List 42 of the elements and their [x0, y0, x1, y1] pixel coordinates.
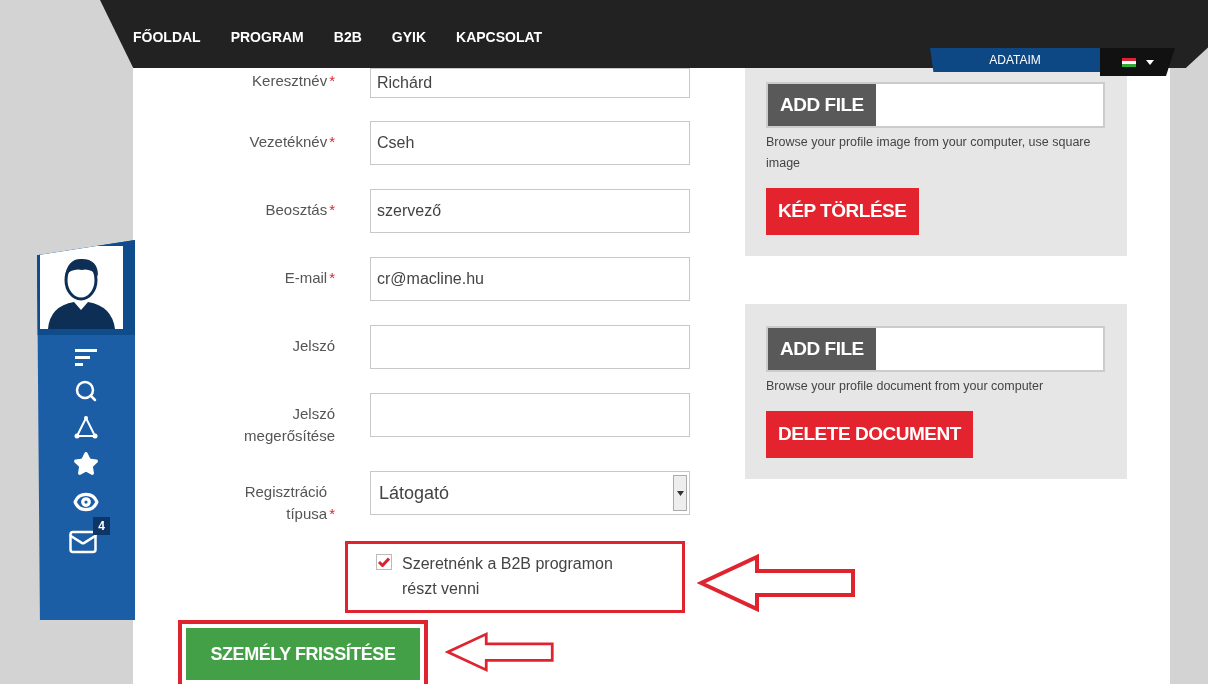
sort-icon[interactable]	[75, 349, 97, 367]
avatar-icon	[40, 246, 123, 329]
language-menu[interactable]	[1100, 48, 1175, 76]
field-label: Jelszó	[292, 336, 335, 356]
required-mark: *	[329, 72, 335, 89]
nav-link[interactable]: KAPCSOLAT	[456, 27, 543, 48]
message-count-badge: 4	[93, 517, 110, 535]
field-label: Keresztnév	[252, 71, 328, 91]
dropdown-field[interactable]: Látogató	[370, 471, 690, 515]
network-icon[interactable]	[74, 415, 98, 439]
text-field[interactable]: cr@macline.hu	[370, 257, 690, 301]
field-label: Regisztráció típusa	[243, 482, 328, 524]
file-field[interactable]: ADD FILE	[766, 326, 1105, 372]
star-icon[interactable]	[73, 451, 99, 477]
nav-link[interactable]: GYIK	[391, 27, 427, 48]
search-icon[interactable]	[74, 379, 98, 403]
account-tab[interactable]: ADATAIM	[930, 48, 1100, 72]
checkbox-label: Szeretnénk a B2B programon részt venni	[402, 554, 614, 599]
upload-hint: Browse your profile image from your computer, use square image	[766, 134, 1092, 172]
field-label: E-mail	[284, 268, 328, 288]
field-label: Beosztás	[265, 200, 328, 220]
delete-button[interactable]: KÉP TÖRLÉSE	[766, 188, 919, 235]
text-field[interactable]	[370, 325, 690, 369]
nav-link[interactable]: B2B	[333, 27, 362, 48]
required-mark: *	[329, 133, 335, 150]
text-field[interactable]: Cseh	[370, 121, 690, 165]
field-label: Vezetéknév	[249, 132, 328, 152]
nav-link[interactable]: PROGRAM	[230, 27, 304, 48]
required-mark: *	[329, 201, 335, 218]
delete-button[interactable]: DELETE DOCUMENT	[766, 411, 973, 458]
upload-hint: Browse your profile document from your computer	[766, 378, 1045, 395]
nav-link[interactable]: FŐOLDAL	[133, 27, 201, 48]
caret-icon	[1145, 59, 1154, 65]
text-field[interactable]: szervező	[370, 189, 690, 233]
file-field[interactable]: ADD FILE	[766, 82, 1105, 128]
text-field[interactable]: Richárd	[370, 68, 690, 98]
required-mark: *	[329, 505, 335, 522]
flag-icon	[1121, 57, 1136, 67]
text-field[interactable]	[370, 393, 690, 437]
required-mark: *	[329, 269, 335, 286]
field-label: Jelszó megerősítése	[243, 404, 335, 446]
checkbox[interactable]	[376, 554, 392, 570]
